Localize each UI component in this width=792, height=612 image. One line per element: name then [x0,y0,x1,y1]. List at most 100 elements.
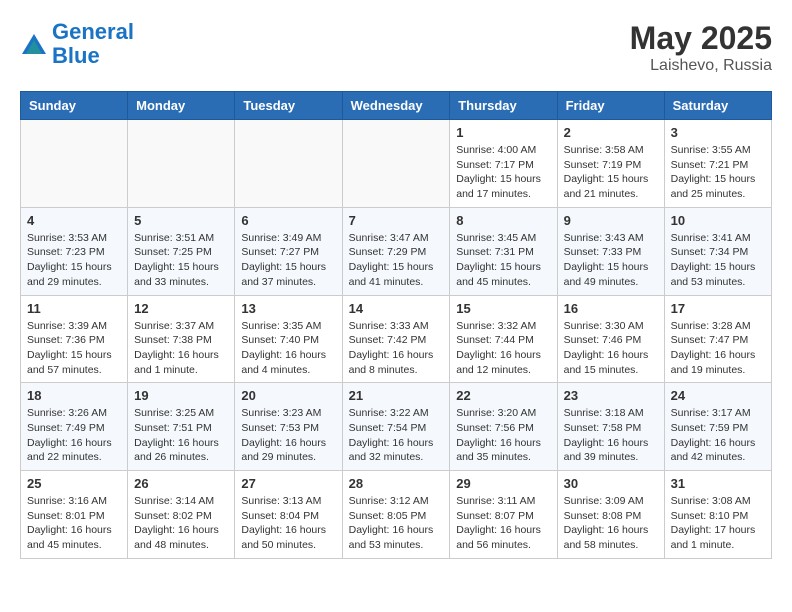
cell-details: Sunrise: 3:16 AMSunset: 8:01 PMDaylight:… [27,494,121,553]
calendar-cell: 22Sunrise: 3:20 AMSunset: 7:56 PMDayligh… [450,383,557,471]
cell-details: Sunrise: 3:45 AMSunset: 7:31 PMDaylight:… [456,231,550,290]
calendar-cell: 16 Sunrise: 3:30 AMSunset: 7:46 PMDayligh… [557,295,664,383]
calendar-cell [235,120,342,208]
day-number: 20 [241,388,335,403]
calendar-cell: 23 Sunrise: 3:18 AMSunset: 7:58 PMDayligh… [557,383,664,471]
day-number: 10 [671,213,765,228]
day-number: 5 [134,213,228,228]
logo-icon [20,32,48,60]
calendar-cell: 18 Sunrise: 3:26 AMSunset: 7:49 PMDayligh… [21,383,128,471]
cell-details: Sunrise: 4:00 AMSunset: 7:17 PMDaylight:… [456,143,550,202]
calendar-cell: 12 Sunrise: 3:37 AMSunset: 7:38 PMDayligh… [128,295,235,383]
week-row-4: 18 Sunrise: 3:26 AMSunset: 7:49 PMDayligh… [21,383,772,471]
logo: General Blue [20,20,134,68]
day-number: 13 [241,301,335,316]
day-number: 12 [134,301,228,316]
day-number: 16 [564,301,658,316]
month-title: May 2025 [630,20,772,57]
cell-details: Sunrise: 3:32 AMSunset: 7:44 PMDaylight:… [456,319,550,378]
cell-details: Sunrise: 3:58 AMSunset: 7:19 PMDaylight:… [564,143,658,202]
logo-line1: General [52,19,134,44]
cell-details: Sunrise: 3:51 AMSunset: 7:25 PMDaylight:… [134,231,228,290]
calendar-cell: 20 Sunrise: 3:23 AMSunset: 7:53 PMDayligh… [235,383,342,471]
day-number: 21 [349,388,444,403]
cell-details: Sunrise: 3:47 AMSunset: 7:29 PMDaylight:… [349,231,444,290]
day-number: 19 [134,388,228,403]
calendar-cell [342,120,450,208]
day-number: 7 [349,213,444,228]
day-number: 25 [27,476,121,491]
cell-details: Sunrise: 3:22 AMSunset: 7:54 PMDaylight:… [349,406,444,465]
cell-details: Sunrise: 3:18 AMSunset: 7:58 PMDaylight:… [564,406,658,465]
cell-details: Sunrise: 3:41 AMSunset: 7:34 PMDaylight:… [671,231,765,290]
calendar-cell: 11 Sunrise: 3:39 AMSunset: 7:36 PMDayligh… [21,295,128,383]
day-number: 15 [456,301,550,316]
day-number: 4 [27,213,121,228]
day-number: 24 [671,388,765,403]
calendar-cell: 31 Sunrise: 3:08 AMSunset: 8:10 PMDayligh… [664,471,771,559]
weekday-header-sunday: Sunday [21,92,128,120]
page-header: General Blue May 2025 Laishevo, Russia [20,20,772,75]
calendar-cell: 7 Sunrise: 3:47 AMSunset: 7:29 PMDaylight… [342,207,450,295]
cell-details: Sunrise: 3:13 AMSunset: 8:04 PMDaylight:… [241,494,335,553]
cell-details: Sunrise: 3:26 AMSunset: 7:49 PMDaylight:… [27,406,121,465]
week-row-1: 1 Sunrise: 4:00 AMSunset: 7:17 PMDaylight… [21,120,772,208]
cell-details: Sunrise: 3:43 AMSunset: 7:33 PMDaylight:… [564,231,658,290]
calendar-cell: 13 Sunrise: 3:35 AMSunset: 7:40 PMDayligh… [235,295,342,383]
calendar-cell: 17Sunrise: 3:28 AMSunset: 7:47 PMDayligh… [664,295,771,383]
cell-details: Sunrise: 3:30 AMSunset: 7:46 PMDaylight:… [564,319,658,378]
calendar-cell: 24 Sunrise: 3:17 AMSunset: 7:59 PMDayligh… [664,383,771,471]
logo-line2: Blue [52,43,100,68]
title-block: May 2025 Laishevo, Russia [630,20,772,75]
calendar-cell: 3Sunrise: 3:55 AMSunset: 7:21 PMDaylight… [664,120,771,208]
weekday-header-friday: Friday [557,92,664,120]
calendar-cell: 2 Sunrise: 3:58 AMSunset: 7:19 PMDaylight… [557,120,664,208]
cell-details: Sunrise: 3:14 AMSunset: 8:02 PMDaylight:… [134,494,228,553]
week-row-3: 11 Sunrise: 3:39 AMSunset: 7:36 PMDayligh… [21,295,772,383]
day-number: 31 [671,476,765,491]
cell-details: Sunrise: 3:20 AMSunset: 7:56 PMDaylight:… [456,406,550,465]
calendar-cell: 5 Sunrise: 3:51 AMSunset: 7:25 PMDaylight… [128,207,235,295]
location: Laishevo, Russia [630,57,772,75]
cell-details: Sunrise: 3:23 AMSunset: 7:53 PMDaylight:… [241,406,335,465]
day-number: 27 [241,476,335,491]
calendar-cell: 25 Sunrise: 3:16 AMSunset: 8:01 PMDayligh… [21,471,128,559]
weekday-header-thursday: Thursday [450,92,557,120]
calendar-cell: 30 Sunrise: 3:09 AMSunset: 8:08 PMDayligh… [557,471,664,559]
cell-details: Sunrise: 3:28 AMSunset: 7:47 PMDaylight:… [671,319,765,378]
calendar-cell: 1 Sunrise: 4:00 AMSunset: 7:17 PMDaylight… [450,120,557,208]
day-number: 6 [241,213,335,228]
cell-details: Sunrise: 3:39 AMSunset: 7:36 PMDaylight:… [27,319,121,378]
day-number: 3 [671,125,765,140]
calendar-cell: 9Sunrise: 3:43 AMSunset: 7:33 PMDaylight… [557,207,664,295]
day-number: 11 [27,301,121,316]
day-number: 1 [456,125,550,140]
cell-details: Sunrise: 3:08 AMSunset: 8:10 PMDaylight:… [671,494,765,553]
week-row-2: 4 Sunrise: 3:53 AMSunset: 7:23 PMDaylight… [21,207,772,295]
day-number: 30 [564,476,658,491]
cell-details: Sunrise: 3:09 AMSunset: 8:08 PMDaylight:… [564,494,658,553]
day-number: 18 [27,388,121,403]
calendar-cell [128,120,235,208]
day-number: 8 [456,213,550,228]
week-row-5: 25 Sunrise: 3:16 AMSunset: 8:01 PMDayligh… [21,471,772,559]
cell-details: Sunrise: 3:49 AMSunset: 7:27 PMDaylight:… [241,231,335,290]
cell-details: Sunrise: 3:35 AMSunset: 7:40 PMDaylight:… [241,319,335,378]
cell-details: Sunrise: 3:17 AMSunset: 7:59 PMDaylight:… [671,406,765,465]
cell-details: Sunrise: 3:33 AMSunset: 7:42 PMDaylight:… [349,319,444,378]
day-number: 29 [456,476,550,491]
day-number: 23 [564,388,658,403]
weekday-header-wednesday: Wednesday [342,92,450,120]
day-number: 26 [134,476,228,491]
weekday-header-tuesday: Tuesday [235,92,342,120]
calendar-cell: 26 Sunrise: 3:14 AMSunset: 8:02 PMDayligh… [128,471,235,559]
cell-details: Sunrise: 3:12 AMSunset: 8:05 PMDaylight:… [349,494,444,553]
calendar-cell: 21 Sunrise: 3:22 AMSunset: 7:54 PMDayligh… [342,383,450,471]
calendar-cell [21,120,128,208]
calendar-cell: 19 Sunrise: 3:25 AMSunset: 7:51 PMDayligh… [128,383,235,471]
cell-details: Sunrise: 3:53 AMSunset: 7:23 PMDaylight:… [27,231,121,290]
cell-details: Sunrise: 3:37 AMSunset: 7:38 PMDaylight:… [134,319,228,378]
cell-details: Sunrise: 3:25 AMSunset: 7:51 PMDaylight:… [134,406,228,465]
day-number: 2 [564,125,658,140]
cell-details: Sunrise: 3:11 AMSunset: 8:07 PMDaylight:… [456,494,550,553]
